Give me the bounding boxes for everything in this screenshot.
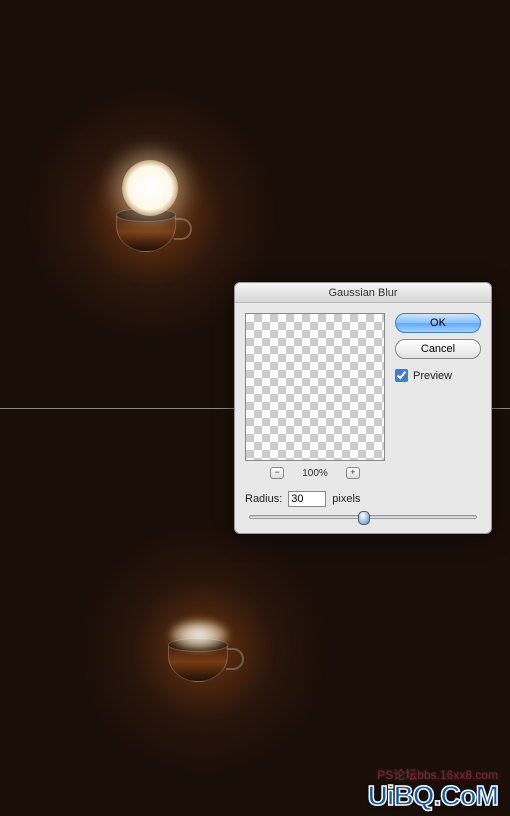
preview-canvas[interactable] [245, 313, 385, 461]
zoom-level: 100% [302, 468, 328, 479]
preview-checkbox[interactable] [395, 369, 408, 382]
glow-blurred [170, 620, 228, 650]
watermark-large: UiBQ.CoM [368, 780, 498, 812]
radius-slider-track[interactable] [249, 515, 477, 519]
radius-unit: pixels [332, 493, 360, 505]
radius-slider-thumb[interactable] [358, 511, 370, 525]
cancel-button[interactable]: Cancel [395, 339, 481, 359]
glow-sphere [122, 160, 178, 216]
preview-label: Preview [413, 370, 452, 382]
preview-checkbox-row[interactable]: Preview [395, 369, 481, 382]
zoom-out-button[interactable]: − [270, 467, 284, 479]
dialog-title: Gaussian Blur [235, 283, 491, 303]
ok-button[interactable]: OK [395, 313, 481, 333]
gaussian-blur-dialog: Gaussian Blur − 100% + OK Cancel Preview… [234, 282, 492, 534]
radius-label: Radius: [245, 493, 282, 505]
radius-input[interactable] [288, 491, 326, 507]
zoom-in-button[interactable]: + [346, 467, 360, 479]
